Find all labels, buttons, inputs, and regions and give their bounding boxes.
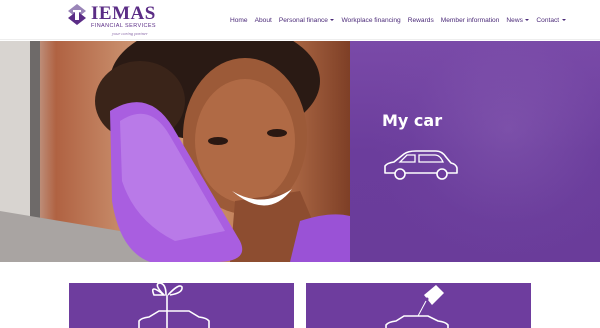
nav-item-personal-finance[interactable]: Personal finance [279,17,335,24]
nav-item-about[interactable]: About [255,17,272,24]
site-header: IEMAS FINANCIAL SERVICES your caring par… [0,0,600,40]
nav-label: About [254,16,272,24]
brand-subtitle: FINANCIAL SERVICES [91,23,156,29]
nav-item-news[interactable]: News [506,16,530,24]
nav-item-contact[interactable]: Contact [536,16,566,24]
chevron-down-icon [561,19,566,21]
nav-item-workplace-financing[interactable]: Workplace financing [341,17,400,24]
nav-label: Personal finance [278,16,328,24]
brand-tagline: your caring partner [112,31,148,36]
nav-label: Home [230,16,248,24]
nav-label: Member information [440,16,500,24]
main-nav: Home About Personal finance Workplace fi… [230,14,566,26]
hero-photo-illustration [0,41,350,262]
service-card-car-for-sale[interactable] [306,283,531,328]
hero-photo [0,41,350,262]
hero-title: My car [382,111,443,130]
hero-banner: My car [0,41,600,262]
service-cards [0,262,600,328]
nav-label: News [506,16,523,24]
gift-car-icon [138,283,210,328]
car-icon [384,150,458,180]
nav-item-rewards[interactable]: Rewards [408,17,434,24]
brand-logo[interactable]: IEMAS FINANCIAL SERVICES your caring par… [68,4,158,37]
nav-label: Rewards [407,16,434,24]
nav-label: Workplace financing [341,16,401,24]
nav-label: Contact [536,16,560,24]
brand-name: IEMAS [91,3,156,24]
nav-item-home[interactable]: Home [230,17,248,24]
chevron-down-icon [525,19,530,21]
chevron-down-icon [330,19,335,21]
car-for-sale-tag-icon [385,285,449,328]
service-card-gift-car[interactable] [69,283,294,328]
logo-mark-icon [68,4,86,25]
nav-item-member-information[interactable]: Member information [441,17,500,24]
